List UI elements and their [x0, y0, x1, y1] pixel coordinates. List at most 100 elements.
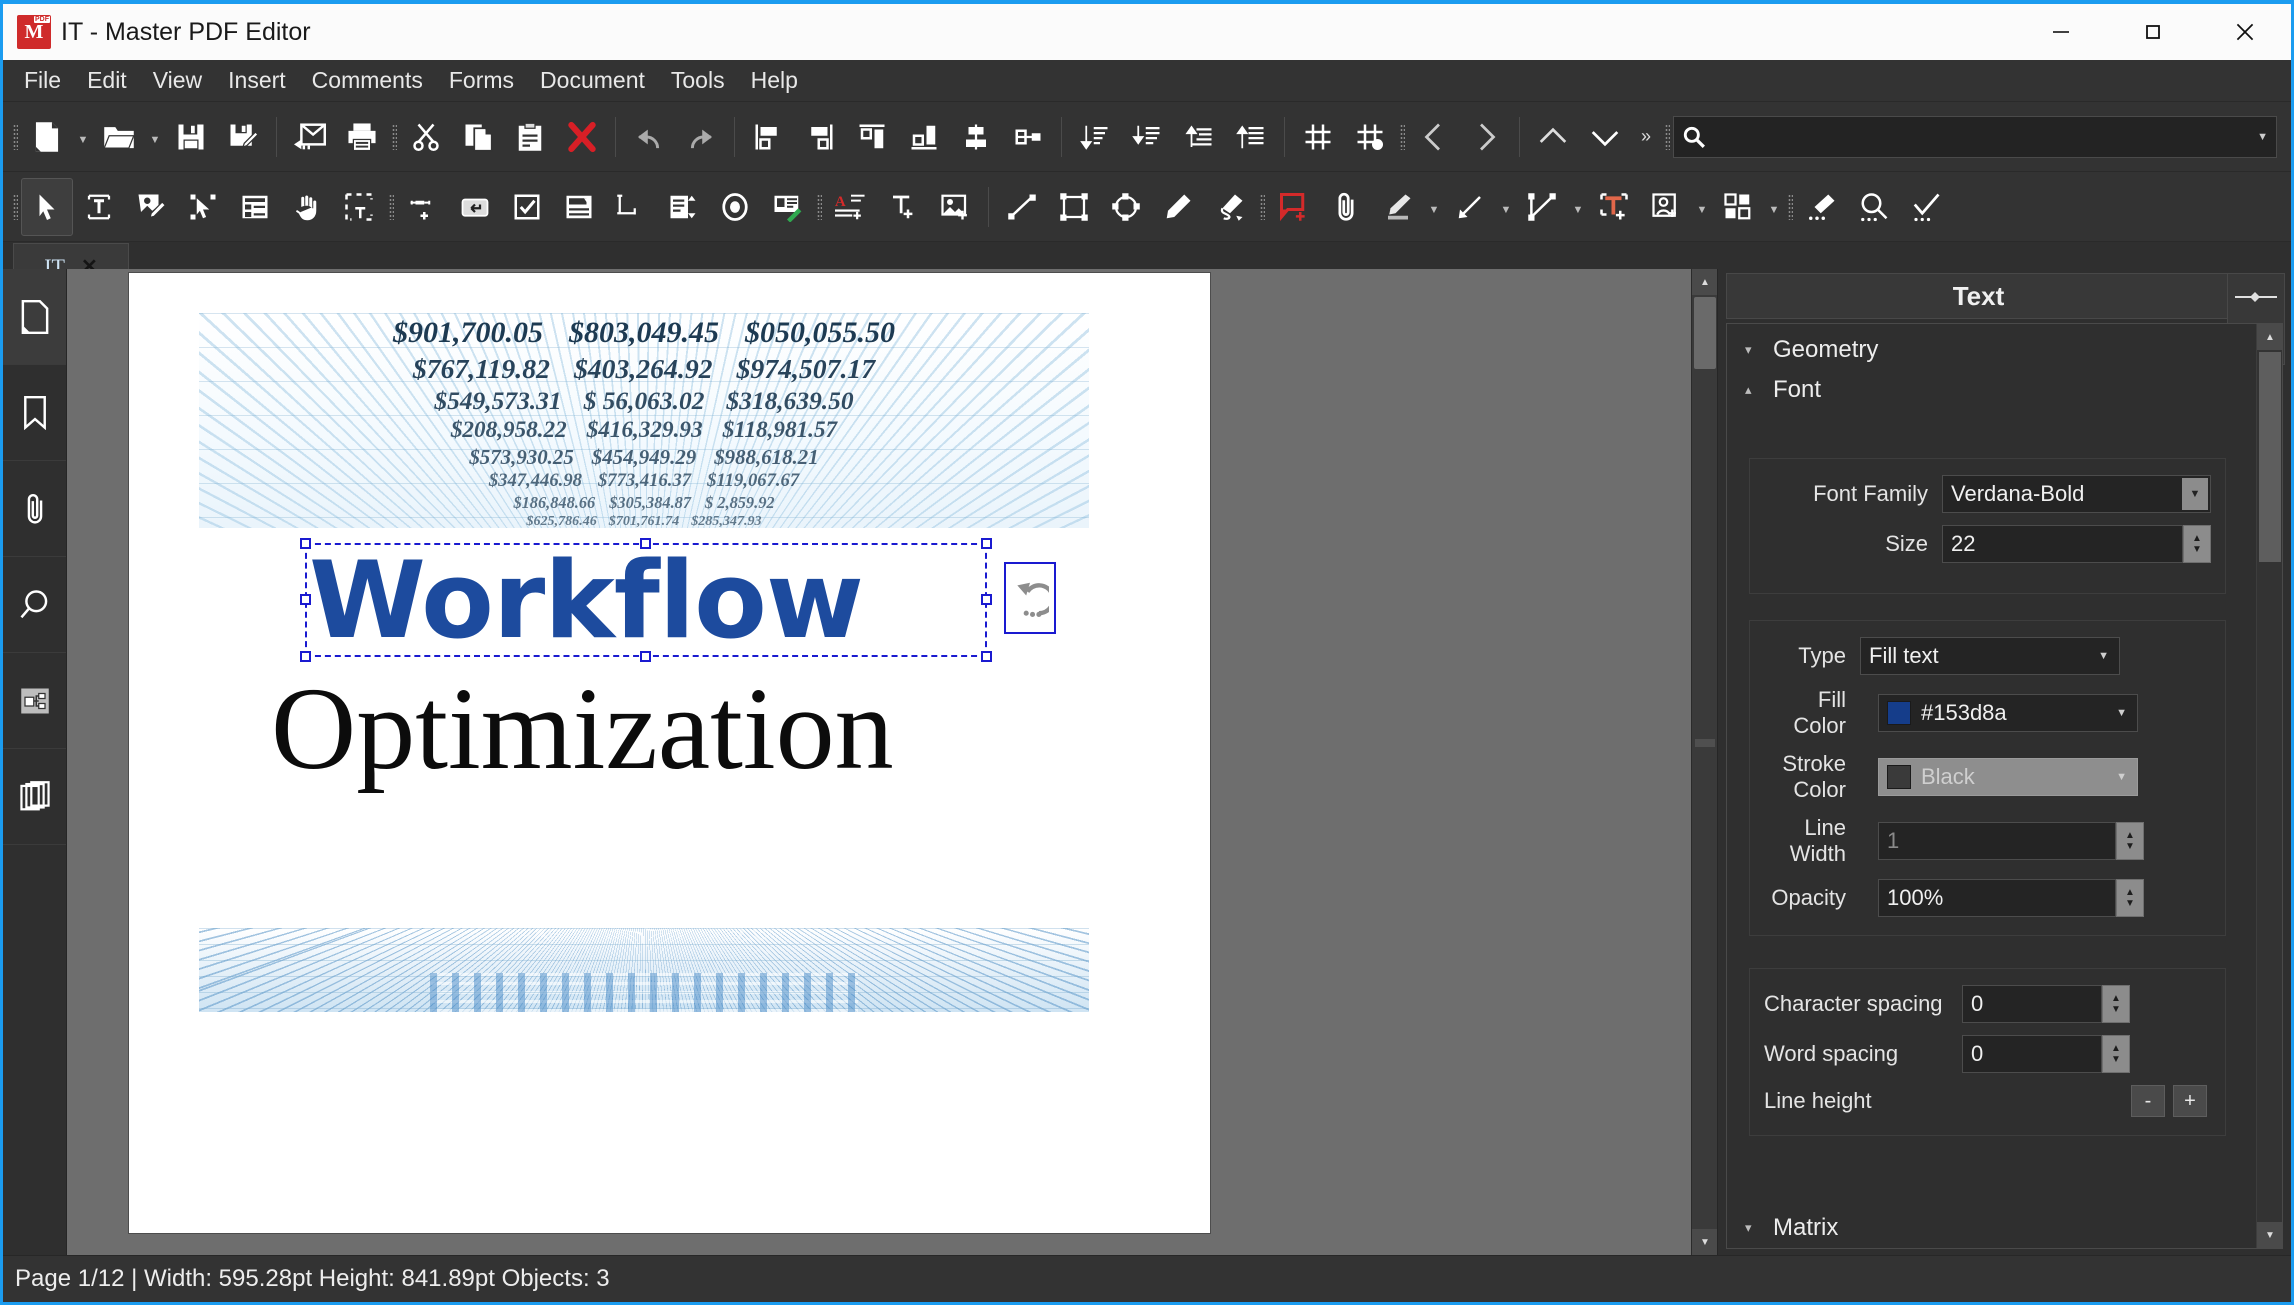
properties-scroll-down-button[interactable]: ▼	[2257, 1222, 2282, 1248]
draw-ellipse-button[interactable]	[1100, 178, 1152, 236]
canvas-scroll-split-handle[interactable]	[1695, 739, 1715, 747]
add-note-button[interactable]	[1268, 178, 1320, 236]
geometry-expander-icon[interactable]: ▾	[1745, 342, 1759, 358]
search-field-container[interactable]: ▼	[1673, 115, 2277, 158]
menu-forms[interactable]: Forms	[436, 63, 527, 98]
grid-button[interactable]	[1292, 108, 1344, 166]
panel-pin-toggle-icon[interactable]	[2233, 290, 2279, 304]
new-document-dropdown[interactable]: ▼	[73, 108, 93, 166]
add-text-box-button[interactable]	[1588, 178, 1640, 236]
redo-button[interactable]	[675, 108, 727, 166]
paste-button[interactable]	[504, 108, 556, 166]
character-spacing-input[interactable]: 0	[1962, 985, 2102, 1023]
page-tiles-button[interactable]	[1712, 178, 1764, 236]
checkmark-tool-button[interactable]	[1900, 178, 1952, 236]
tools-grip[interactable]	[9, 187, 21, 227]
page-tiles-dropdown[interactable]: ▼	[1764, 178, 1784, 236]
edit-object-tool-button[interactable]	[177, 178, 229, 236]
draw-line-button[interactable]	[996, 178, 1048, 236]
sidebar-item-attachments[interactable]	[3, 461, 66, 557]
fill-color-select[interactable]: #153d8a ▼	[1878, 694, 2138, 732]
section-matrix[interactable]: ▾ Matrix	[1727, 1214, 2230, 1242]
sidebar-item-layers[interactable]	[3, 653, 66, 749]
checkbox-field-button[interactable]	[501, 178, 553, 236]
line-height-increase-button[interactable]: +	[2173, 1085, 2207, 1117]
select-tool-button[interactable]	[21, 177, 73, 236]
section-geometry[interactable]: ▾ Geometry	[1727, 330, 2256, 370]
properties-scroll-thumb[interactable]	[2259, 352, 2281, 562]
tools-grip-5[interactable]	[1784, 187, 1796, 227]
toolbar-grip-2[interactable]	[388, 117, 400, 157]
indent-decrease-button[interactable]	[1173, 108, 1225, 166]
document-canvas[interactable]: $901,700.05 $803,049.45 $050,055.50 $767,11…	[67, 269, 1717, 1255]
align-center-horizontal-button[interactable]	[950, 108, 1002, 166]
menu-insert[interactable]: Insert	[215, 63, 299, 98]
scroll-up-button[interactable]	[1527, 108, 1579, 166]
arrow-annotation-button[interactable]	[1444, 178, 1496, 236]
canvas-scroll-up-button[interactable]: ▲	[1692, 269, 1717, 295]
text-object-workflow[interactable]: Workflow	[309, 547, 985, 657]
save-button[interactable]	[165, 108, 217, 166]
canvas-vertical-scrollbar[interactable]: ▲ ▼	[1691, 269, 1717, 1255]
sidebar-item-search[interactable]	[3, 557, 66, 653]
scroll-down-button[interactable]	[1579, 108, 1631, 166]
word-spacing-stepper[interactable]: ▲ ▼	[2102, 1035, 2130, 1073]
freehand-marker-button[interactable]	[1204, 178, 1256, 236]
radio-button-field-button[interactable]	[709, 178, 761, 236]
align-center-vertical-button[interactable]	[1002, 108, 1054, 166]
save-as-button[interactable]	[217, 108, 269, 166]
add-text-button[interactable]	[877, 178, 929, 236]
cut-button[interactable]	[400, 108, 452, 166]
text-object-optimization[interactable]: Optimization	[271, 659, 894, 799]
print-button[interactable]	[336, 108, 388, 166]
add-image-button[interactable]	[929, 178, 981, 236]
close-button[interactable]	[2199, 4, 2291, 60]
fill-color-dropdown-icon[interactable]: ▼	[2116, 707, 2127, 719]
email-button[interactable]	[284, 108, 336, 166]
open-document-dropdown[interactable]: ▼	[145, 108, 165, 166]
type-select[interactable]: Fill text ▼	[1860, 637, 2120, 675]
search-history-dropdown-icon[interactable]: ▼	[2257, 131, 2268, 143]
word-spacing-input[interactable]: 0	[1962, 1035, 2102, 1073]
sort-ascending-button[interactable]	[1121, 108, 1173, 166]
attach-file-button[interactable]	[1320, 178, 1372, 236]
menu-tools[interactable]: Tools	[658, 63, 738, 98]
add-stamp-dropdown[interactable]: ▼	[1692, 178, 1712, 236]
measure-dropdown[interactable]: ▼	[1568, 178, 1588, 236]
eraser-button[interactable]	[1796, 178, 1848, 236]
tools-grip-2[interactable]	[385, 187, 397, 227]
previous-page-button[interactable]	[1408, 108, 1460, 166]
align-left-button[interactable]	[742, 108, 794, 166]
menu-file[interactable]: File	[11, 63, 74, 98]
new-document-button[interactable]	[21, 108, 73, 166]
canvas-scroll-down-button[interactable]: ▼	[1692, 1229, 1717, 1255]
align-top-button[interactable]	[846, 108, 898, 166]
add-paragraph-button[interactable]: A	[825, 178, 877, 236]
dropdown-field-button[interactable]	[657, 178, 709, 236]
menu-comments[interactable]: Comments	[299, 63, 436, 98]
canvas-scroll-thumb[interactable]	[1694, 297, 1716, 369]
add-stamp-button[interactable]	[1640, 178, 1692, 236]
menu-document[interactable]: Document	[527, 63, 658, 98]
character-spacing-stepper[interactable]: ▲ ▼	[2102, 985, 2130, 1023]
font-family-dropdown-icon[interactable]: ▼	[2182, 478, 2208, 510]
snap-to-grid-button[interactable]	[1344, 108, 1396, 166]
button-field-button[interactable]	[449, 178, 501, 236]
arrow-annotation-dropdown[interactable]: ▼	[1496, 178, 1516, 236]
matrix-expander-icon[interactable]: ▾	[1745, 1220, 1759, 1236]
sidebar-item-page-thumbnails[interactable]	[3, 749, 66, 845]
menu-view[interactable]: View	[140, 63, 215, 98]
tools-grip-4[interactable]	[1256, 187, 1268, 227]
font-expander-icon[interactable]: ▴	[1745, 382, 1759, 398]
tools-grip-3[interactable]	[813, 187, 825, 227]
menu-help[interactable]: Help	[738, 63, 811, 98]
zoom-tool-button[interactable]	[1848, 178, 1900, 236]
pencil-button[interactable]	[1152, 178, 1204, 236]
minimize-button[interactable]	[2015, 4, 2107, 60]
align-right-button[interactable]	[794, 108, 846, 166]
pan-tool-button[interactable]	[281, 178, 333, 236]
measure-button[interactable]	[1516, 178, 1568, 236]
edit-text-tool-button[interactable]	[73, 178, 125, 236]
align-bottom-button[interactable]	[898, 108, 950, 166]
menu-edit[interactable]: Edit	[74, 63, 140, 98]
